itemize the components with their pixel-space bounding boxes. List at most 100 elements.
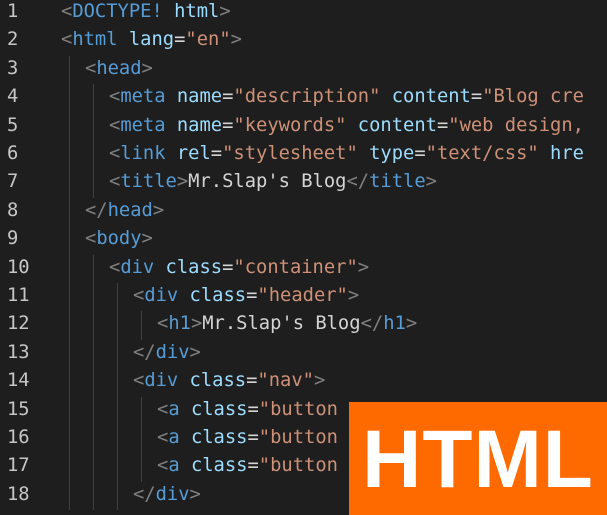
line-number: 11 [7, 285, 30, 306]
code-content: </head> [85, 197, 164, 225]
code-token: </ [360, 313, 384, 335]
code-token: head [107, 199, 153, 221]
code-token: "button [258, 398, 338, 420]
code-token: a [168, 427, 180, 448]
code-token: meta [120, 86, 166, 108]
code-content: <link rel="stylesheet" type="text/css" h… [109, 140, 584, 168]
line-number: 17 [7, 455, 30, 477]
code-token: > [313, 370, 326, 392]
html-badge-label: HTML [362, 413, 594, 505]
code-token: h1 [168, 313, 191, 335]
code-token: title [120, 171, 177, 193]
code-token: "web design, [448, 114, 584, 136]
code-token: </ [85, 199, 108, 221]
code-token: </ [133, 341, 156, 363]
code-token: div [144, 370, 179, 392]
code-editor[interactable]: 1 <DOCTYPE! html> 2 <html lang="en"> 3 <head>… [0, 0, 607, 515]
code-line: 9 <body> [0, 225, 607, 253]
code-token: "nav" [257, 370, 314, 392]
code-token: html [72, 29, 118, 51]
code-content: <div class="header"> [133, 282, 359, 310]
code-content: <a class="button [157, 396, 338, 424]
code-token: name [176, 86, 223, 108]
code-line: 7 <title>Mr.Slap's Blog</title> [0, 168, 607, 196]
line-number: 16 [7, 427, 30, 448]
code-line: 4 <meta name="description" content="Blog … [0, 83, 607, 111]
code-token: < [133, 370, 145, 392]
code-token: = [246, 285, 258, 306]
line-number: 4 [7, 86, 19, 108]
code-line: 10 <div class="container"> [0, 254, 607, 282]
code-token: h1 [383, 313, 406, 335]
code-content: <a class="button [157, 452, 338, 480]
code-token: < [109, 114, 121, 136]
code-line: 5 <meta name="keywords" content="web desi… [0, 112, 607, 140]
code-token: = [222, 256, 234, 278]
code-token: > [347, 285, 360, 306]
code-token: > [141, 57, 153, 79]
code-token: > [189, 341, 201, 363]
code-token: > [176, 171, 189, 193]
code-token: type [369, 143, 415, 164]
code-token: < [85, 57, 97, 79]
code-token: < [157, 313, 169, 335]
code-token: < [133, 285, 145, 306]
code-token: class [190, 398, 248, 420]
code-content: <DOCTYPE! html> [61, 0, 231, 26]
code-token: < [109, 171, 121, 193]
code-token: name [176, 114, 223, 136]
code-token: = [222, 86, 234, 108]
code-content: <div class="nav"> [133, 367, 325, 395]
line-number: 8 [7, 199, 19, 221]
code-token: = [414, 143, 426, 164]
line-number: 5 [7, 114, 19, 136]
code-token: meta [120, 114, 166, 136]
line-number: 10 [7, 256, 30, 278]
code-line: 6 <link rel="stylesheet" type="text/css" … [0, 140, 607, 168]
code-token: < [109, 86, 121, 108]
code-token: rel [176, 143, 211, 164]
line-number: 12 [7, 313, 30, 335]
code-token: > [405, 313, 418, 335]
code-token: > [425, 171, 437, 193]
code-token: < [109, 256, 121, 278]
code-token: = [470, 86, 483, 108]
code-token: > [141, 228, 153, 250]
code-token: </ [346, 171, 370, 193]
code-token: "header" [257, 285, 348, 306]
code-token: < [157, 455, 169, 477]
code-token: "text/css" [425, 143, 539, 164]
code-content: </div> [133, 481, 201, 509]
code-line: 2 <html lang="en"> [0, 26, 607, 54]
code-token: class [190, 427, 248, 448]
code-content: <meta name="description" content="Blog c… [109, 83, 584, 111]
line-number: 18 [7, 483, 30, 505]
code-token: "button [258, 455, 338, 477]
code-token: > [357, 256, 370, 278]
code-token: Mr.Slap's Blog [202, 313, 361, 335]
code-content: </div> [133, 339, 201, 367]
code-content: <title>Mr.Slap's Blog</title> [109, 168, 437, 196]
code-content: <h1>Mr.Slap's Blog</h1> [157, 310, 417, 338]
code-token: "stylesheet" [222, 143, 358, 164]
code-token: = [246, 370, 258, 392]
code-token: head [96, 57, 142, 79]
code-token: > [189, 483, 201, 505]
code-token: div [144, 285, 179, 306]
code-token: "en" [185, 29, 231, 51]
code-token: < [61, 1, 73, 22]
code-token: < [85, 228, 97, 250]
code-token: = [247, 455, 259, 477]
code-token: = [210, 143, 223, 164]
code-token: "Blog cre [482, 86, 584, 108]
code-token: > [219, 1, 231, 22]
